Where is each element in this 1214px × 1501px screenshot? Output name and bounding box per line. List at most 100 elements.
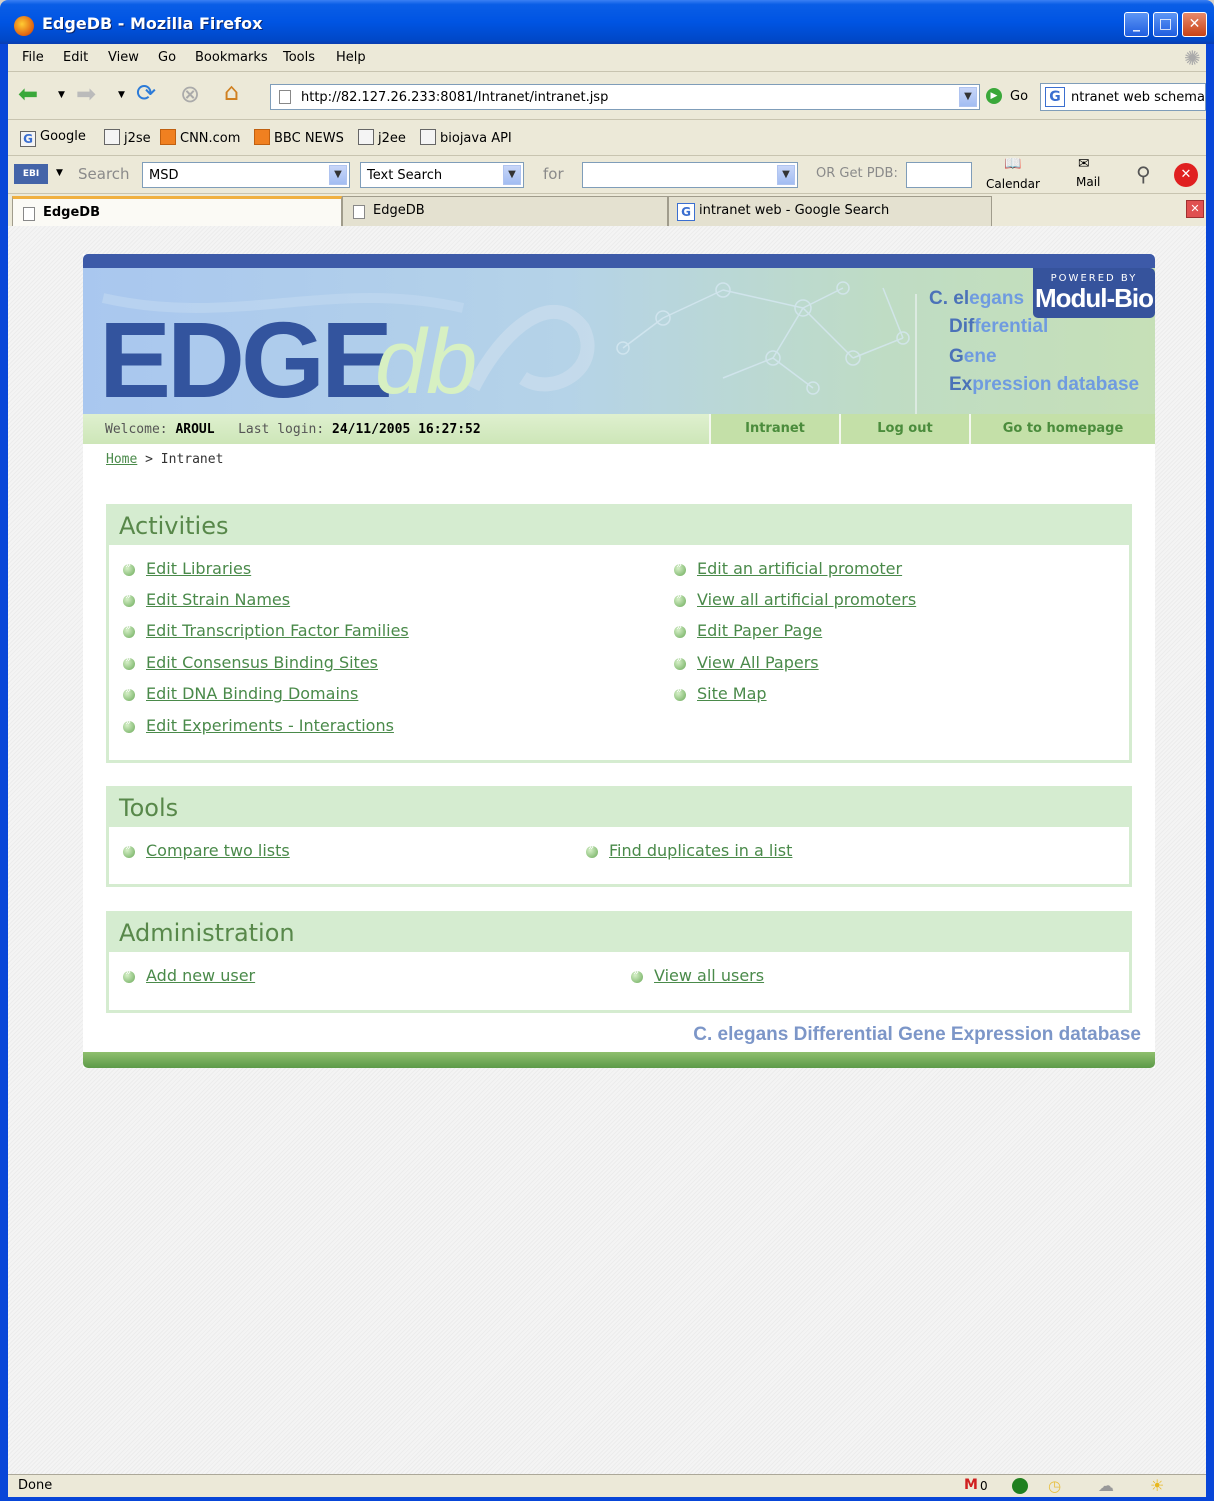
back-dropdown-icon[interactable]: ▼ <box>58 90 65 100</box>
logout-link[interactable]: Log out <box>839 414 969 444</box>
menu-help[interactable]: Help <box>336 50 366 65</box>
bullet-icon <box>674 622 686 638</box>
go-icon[interactable]: ▶ <box>986 88 1002 104</box>
status-text: Done <box>18 1478 53 1493</box>
tagline-rest: pression database <box>972 374 1140 395</box>
bullet-icon <box>631 967 643 983</box>
edit-artificial-promoter-link[interactable]: Edit an artificial promoter <box>697 559 902 578</box>
forward-dropdown-icon[interactable]: ▼ <box>118 90 125 100</box>
stop-ebi-icon[interactable]: ✕ <box>1174 163 1198 187</box>
minimize-button[interactable]: _ <box>1124 12 1149 37</box>
url-bar[interactable]: http://82.127.26.233:8081/Intranet/intra… <box>270 84 980 110</box>
search-bar[interactable]: G ntranet web schema <box>1040 83 1206 111</box>
weather-rain-icon[interactable]: ☁ <box>1098 1476 1114 1495</box>
back-icon[interactable]: ⬅ <box>18 82 38 106</box>
view-artificial-promoters-link[interactable]: View all artificial promoters <box>697 590 916 609</box>
find-duplicates-link[interactable]: Find duplicates in a list <box>609 841 792 860</box>
bookmark-j2se[interactable]: j2se <box>104 129 151 146</box>
url-dropdown-icon[interactable]: ▼ <box>959 87 977 107</box>
window-title: EdgeDB - Mozilla Firefox <box>42 14 263 33</box>
tools-title: Tools <box>109 789 1129 827</box>
menu-bar: File Edit View Go Bookmarks Tools Help ✺ <box>8 44 1206 72</box>
mail-icon[interactable]: ✉ <box>1078 156 1090 172</box>
menu-file[interactable]: File <box>22 50 44 65</box>
edit-dna-binding-domains-link[interactable]: Edit DNA Binding Domains <box>146 684 358 703</box>
reload-icon[interactable]: ⟳ <box>136 81 156 105</box>
menu-go[interactable]: Go <box>158 50 176 65</box>
tab-edgedb[interactable]: EdgeDB <box>342 196 668 226</box>
url-text[interactable]: http://82.127.26.233:8081/Intranet/intra… <box>301 90 608 105</box>
search-type-select[interactable]: Text Search ▼ <box>360 162 524 188</box>
tab-google-search[interactable]: G intranet web - Google Search <box>668 196 992 226</box>
view-all-papers-link[interactable]: View All Papers <box>697 653 819 672</box>
gmail-icon[interactable]: M <box>964 1477 978 1493</box>
pdb-input[interactable] <box>906 162 972 188</box>
online-status-icon[interactable] <box>1012 1478 1028 1494</box>
bullet-icon <box>123 717 135 733</box>
bookmark-biojava-api[interactable]: biojava API <box>420 129 512 146</box>
tab-bar: EdgeDB EdgeDB G intranet web - Google Se… <box>8 194 1206 226</box>
search-text[interactable]: ntranet web schema <box>1071 90 1205 105</box>
edit-paper-page-link[interactable]: Edit Paper Page <box>697 621 822 640</box>
ebi-logo-icon[interactable]: EBI <box>14 164 48 184</box>
bullet-icon <box>674 685 686 701</box>
breadcrumb-separator: > <box>145 452 153 467</box>
menu-bookmarks[interactable]: Bookmarks <box>195 50 268 65</box>
modul-bio-badge[interactable]: POWERED BY Modul-Bio <box>1033 268 1155 318</box>
bookmark-google[interactable]: G Google <box>20 129 86 147</box>
view-all-users-link[interactable]: View all users <box>654 966 764 985</box>
bookmark-bbc-news[interactable]: BBC NEWS <box>254 129 344 146</box>
edit-libraries-link[interactable]: Edit Libraries <box>146 559 251 578</box>
close-button[interactable]: ✕ <box>1182 12 1207 37</box>
find-icon[interactable]: ⚲ <box>1136 162 1151 186</box>
home-icon[interactable]: ⌂ <box>224 80 239 104</box>
mail-label[interactable]: Mail <box>1076 175 1100 189</box>
breadcrumb-current: Intranet <box>160 452 224 467</box>
bullet-icon <box>123 967 135 983</box>
intranet-link[interactable]: Intranet <box>709 414 839 444</box>
administration-section: Administration Add new user View all use… <box>106 911 1132 1013</box>
menu-view[interactable]: View <box>108 50 139 65</box>
tab-edgedb-active[interactable]: EdgeDB <box>12 196 342 226</box>
query-input[interactable]: ▼ <box>582 162 798 188</box>
edit-consensus-binding-sites-link[interactable]: Edit Consensus Binding Sites <box>146 653 378 672</box>
breadcrumb-home[interactable]: Home <box>106 452 137 467</box>
bullet-icon <box>674 591 686 607</box>
compare-two-lists-link[interactable]: Compare two lists <box>146 841 290 860</box>
edit-tf-families-link[interactable]: Edit Transcription Factor Families <box>146 621 409 640</box>
edit-experiments-interactions-link[interactable]: Edit Experiments - Interactions <box>146 716 394 735</box>
throbber-icon: ✺ <box>1184 46 1201 70</box>
weather-sun-icon[interactable]: ☀ <box>1150 1476 1164 1495</box>
tagline-rest: egans <box>969 288 1025 309</box>
database-select[interactable]: MSD ▼ <box>142 162 350 188</box>
ebi-toolbar: EBI ▼ Search MSD ▼ Text Search ▼ for ▼ O… <box>8 156 1206 194</box>
breadcrumb: Home > Intranet <box>106 452 223 467</box>
bookmark-cnn[interactable]: CNN.com <box>160 129 240 146</box>
site-map-link[interactable]: Site Map <box>697 684 767 703</box>
google-icon[interactable]: G <box>1045 87 1065 107</box>
maximize-button[interactable]: □ <box>1153 12 1178 37</box>
tab-label: EdgeDB <box>43 205 101 220</box>
tagline-first: Dif <box>949 316 975 337</box>
bullet-icon <box>123 685 135 701</box>
menu-edit[interactable]: Edit <box>63 50 88 65</box>
ebi-dropdown-icon[interactable]: ▼ <box>56 168 63 178</box>
close-tab-icon[interactable]: ✕ <box>1186 200 1204 218</box>
homepage-link[interactable]: Go to homepage <box>969 414 1155 444</box>
calendar-icon[interactable]: 📖 <box>1004 156 1021 172</box>
calendar-label[interactable]: Calendar <box>986 177 1040 191</box>
bullet-icon <box>674 654 686 670</box>
stop-icon[interactable]: ⊗ <box>180 82 200 106</box>
menu-tools[interactable]: Tools <box>283 50 315 65</box>
forward-icon[interactable]: ➡ <box>76 82 96 106</box>
bookmark-page-icon <box>104 129 120 145</box>
bookmark-j2ee[interactable]: j2ee <box>358 129 406 146</box>
edit-strain-names-link[interactable]: Edit Strain Names <box>146 590 290 609</box>
ebi-search-label: Search <box>78 165 130 183</box>
go-button[interactable]: Go <box>1010 89 1028 104</box>
welcome-text: Welcome: AROUL Last login: 24/11/2005 16… <box>105 422 481 437</box>
timer-icon[interactable]: ◷ <box>1048 1477 1061 1495</box>
window-frame-right <box>1206 44 1214 1501</box>
page-icon <box>353 205 365 219</box>
add-new-user-link[interactable]: Add new user <box>146 966 255 985</box>
